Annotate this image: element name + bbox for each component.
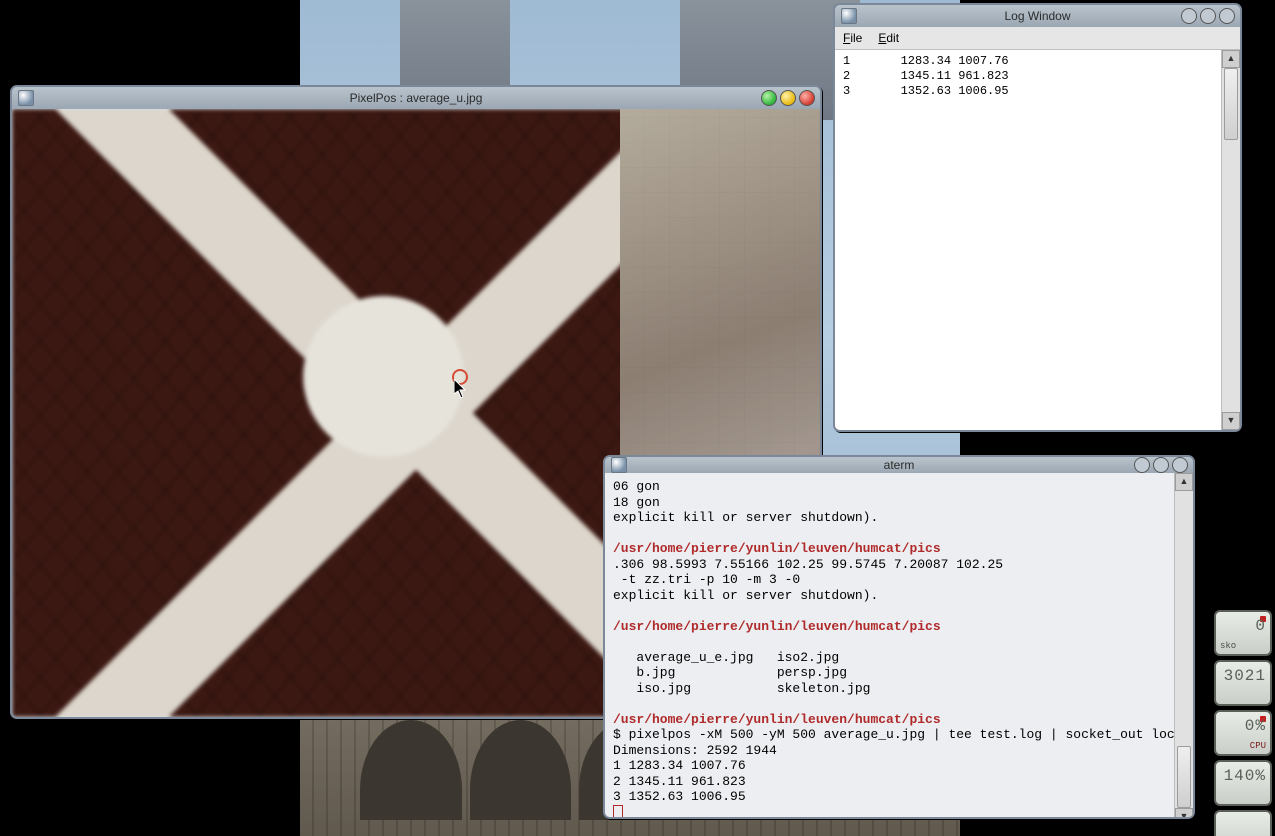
- pixelpos-title: PixelPos : average_u.jpg: [12, 91, 820, 105]
- log-title: Log Window: [835, 9, 1240, 23]
- pixelpos-titlebar[interactable]: PixelPos : average_u.jpg: [12, 87, 820, 109]
- aterm-window[interactable]: aterm 06 gon 18 gon explicit kill or ser…: [603, 455, 1195, 819]
- meter-label: sko: [1220, 640, 1236, 652]
- log-scrollbar[interactable]: ▲ ▼: [1221, 50, 1240, 430]
- log-text: 1 1283.34 1007.76 2 1345.11 961.823 3 13…: [835, 50, 1221, 430]
- close-button[interactable]: [1219, 8, 1235, 24]
- app-icon: [18, 90, 34, 106]
- meter-item: 0% CPU: [1214, 710, 1272, 756]
- meter-value: 3021: [1220, 666, 1266, 686]
- meter-value: 0: [1220, 616, 1266, 636]
- meter-item: 0 sko: [1214, 610, 1272, 656]
- menu-edit[interactable]: Edit: [878, 31, 899, 45]
- terminal-output[interactable]: 06 gon 18 gon explicit kill or server sh…: [605, 473, 1174, 819]
- meter-value: 140%: [1220, 766, 1266, 786]
- maximize-button[interactable]: [780, 90, 796, 106]
- scroll-thumb[interactable]: [1177, 746, 1191, 808]
- meter-value: [1220, 816, 1266, 836]
- log-menubar: File Edit: [835, 27, 1240, 50]
- scroll-down-icon[interactable]: ▼: [1175, 808, 1193, 819]
- close-button[interactable]: [1172, 457, 1188, 473]
- scroll-thumb[interactable]: [1224, 68, 1238, 140]
- aterm-scrollbar[interactable]: ▲ ▼: [1174, 473, 1193, 819]
- log-window[interactable]: Log Window File Edit 1 1283.34 1007.76 2…: [833, 3, 1242, 432]
- scroll-up-icon[interactable]: ▲: [1175, 473, 1193, 491]
- maximize-button[interactable]: [1200, 8, 1216, 24]
- menu-file[interactable]: File: [843, 31, 862, 45]
- scroll-up-icon[interactable]: ▲: [1222, 50, 1240, 68]
- app-icon: [611, 457, 627, 473]
- aterm-title: aterm: [605, 458, 1193, 472]
- meter-item: [1214, 810, 1272, 836]
- app-icon: [841, 8, 857, 24]
- close-button[interactable]: [799, 90, 815, 106]
- meter-item: 140%: [1214, 760, 1272, 806]
- scroll-down-icon[interactable]: ▼: [1222, 412, 1240, 430]
- meter-value: 0%: [1220, 716, 1266, 736]
- system-meters: 0 sko 3021 0% CPU 140%: [1214, 610, 1272, 836]
- maximize-button[interactable]: [1153, 457, 1169, 473]
- log-titlebar[interactable]: Log Window: [835, 5, 1240, 27]
- meter-item: 3021: [1214, 660, 1272, 706]
- minimize-button[interactable]: [1134, 457, 1150, 473]
- meter-label: CPU: [1250, 740, 1266, 752]
- aterm-titlebar[interactable]: aterm: [605, 457, 1193, 473]
- minimize-button[interactable]: [1181, 8, 1197, 24]
- minimize-button[interactable]: [761, 90, 777, 106]
